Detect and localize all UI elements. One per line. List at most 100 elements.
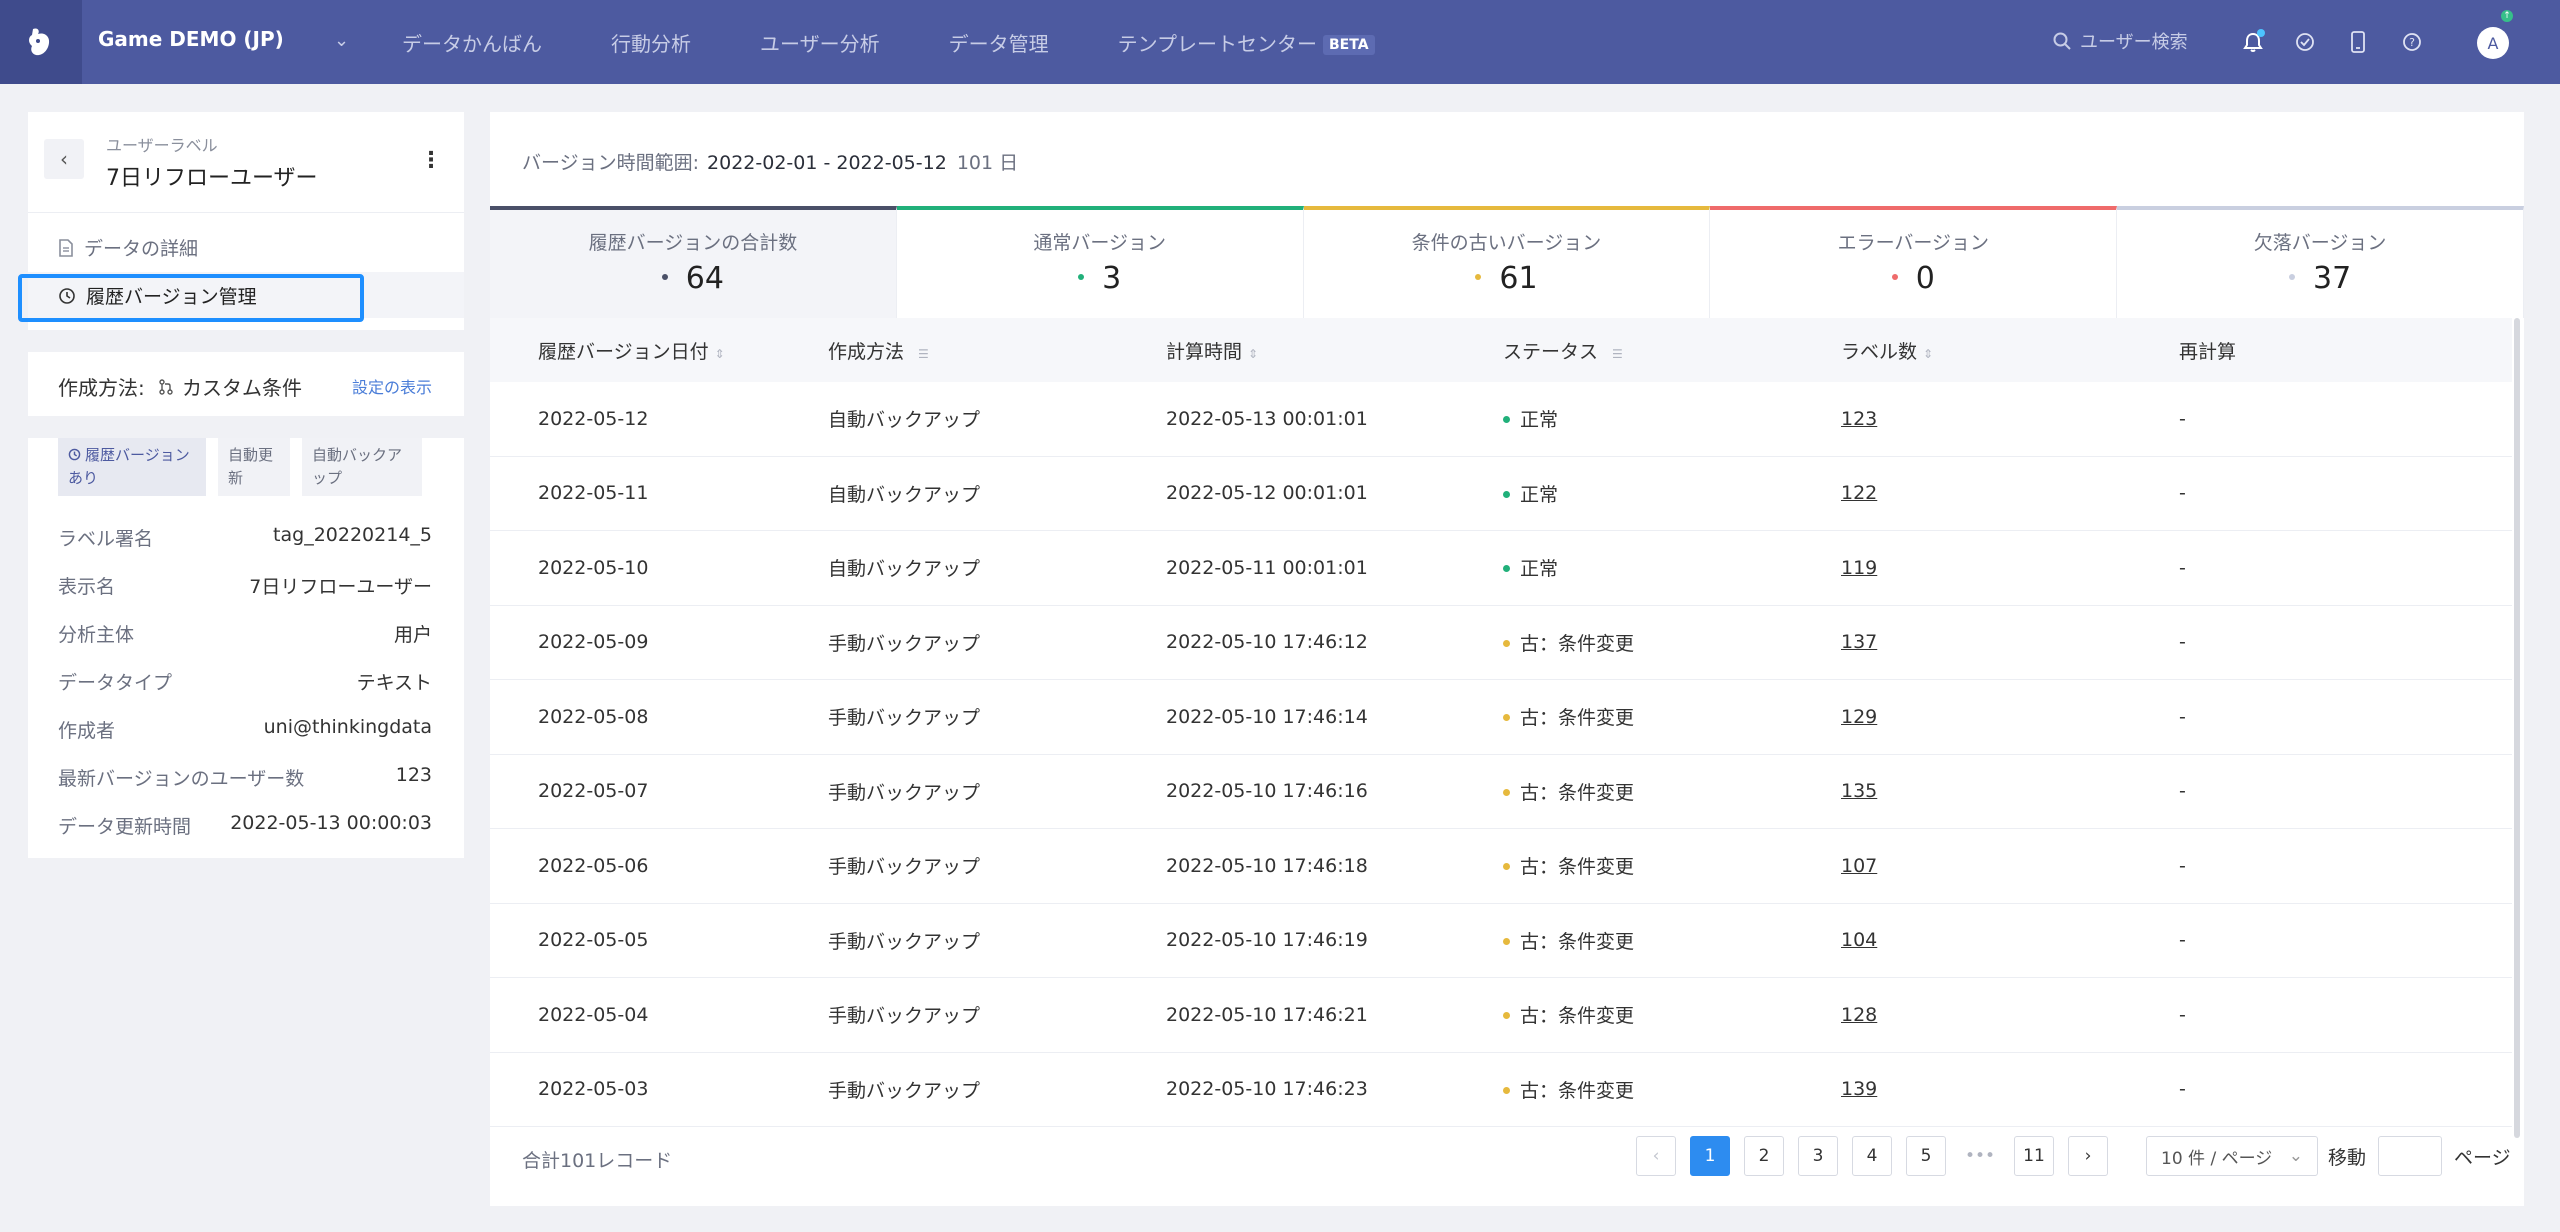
cell-recalc: - (2179, 482, 2186, 505)
info-key: 最新バージョンのユーザー数 (58, 768, 305, 790)
version-table: 履歴バージョン日付 ⇕ 作成方法 ☰ 計算時間 ⇕ ステータス ☰ ラベル数 ⇕ 再計算 … (490, 318, 2512, 1127)
cell-label-count: 107 (1841, 855, 2179, 877)
label-count-link[interactable]: 104 (1841, 929, 1877, 951)
stat-label: 欠落バージョン (2253, 232, 2387, 254)
stat-label: 履歴バージョンの合計数 (588, 232, 798, 254)
stat-value: 3 (1102, 261, 1122, 296)
table-header: 履歴バージョン日付 ⇕ 作成方法 ☰ 計算時間 ⇕ ステータス ☰ ラベル数 ⇕ 再計算 (490, 318, 2512, 382)
col-header-label-count[interactable]: ラベル数 ⇕ (1841, 337, 2179, 364)
prev-page-button[interactable]: ‹ (1636, 1136, 1676, 1176)
more-options-icon[interactable]: ⋮ (420, 148, 442, 173)
cell-calc-time: 2022-05-12 00:01:01 (1166, 482, 1368, 505)
sort-icon[interactable]: ⇕ (1923, 347, 1933, 361)
sort-icon[interactable]: ⇕ (1248, 347, 1258, 361)
page-size-select[interactable]: 10 件 / ページ ⌄ (2146, 1136, 2318, 1176)
logo-icon[interactable] (0, 0, 82, 84)
cell-status: 古：条件変更 (1503, 629, 1841, 656)
task-check-icon[interactable] (2290, 27, 2320, 57)
col-header-status[interactable]: ステータス ☰ (1503, 337, 1841, 364)
mobile-icon[interactable] (2343, 27, 2373, 57)
nav-item-user-analysis[interactable]: ユーザー分析 (760, 28, 880, 57)
label-count-link[interactable]: 122 (1841, 482, 1877, 504)
stat-value-wrap: 3 (897, 261, 1303, 296)
cell-date: 2022-05-10 (538, 556, 649, 579)
user-avatar[interactable]: A (2477, 27, 2509, 59)
cell-status: 正常 (1503, 405, 1841, 432)
view-settings-link[interactable]: 設定の表示 (352, 374, 432, 398)
table-row: 2022-05-07 手動バックアップ 2022-05-10 17:46:16 古：条… (490, 755, 2512, 829)
nav-item-template-center[interactable]: テンプレートセンター BETA (1118, 28, 1375, 57)
cell-label-count: 104 (1841, 929, 2179, 951)
help-icon[interactable]: ? (2397, 27, 2427, 57)
table-scrollbar[interactable] (2514, 318, 2520, 1138)
filter-icon[interactable]: ☰ (1612, 347, 1623, 361)
page-button-11[interactable]: 11 (2014, 1136, 2054, 1176)
page-button-2[interactable]: 2 (1744, 1136, 1784, 1176)
col-header-label: ラベル数 (1841, 340, 1918, 363)
jump-page-input[interactable] (2378, 1136, 2443, 1176)
chevron-left-icon: ‹ (1652, 1146, 1660, 1166)
table-row: 2022-05-06 手動バックアップ 2022-05-10 17:46:18 古：条… (490, 829, 2512, 904)
label-count-link[interactable]: 139 (1841, 1078, 1877, 1100)
info-key: データ更新時間 (58, 816, 192, 838)
sort-icon[interactable]: ⇕ (715, 347, 725, 361)
stat-card[interactable]: エラーバージョン 0 (1710, 206, 2118, 318)
label-count-link[interactable]: 123 (1841, 408, 1877, 430)
nav-item-dashboard[interactable]: データかんばん (402, 28, 542, 57)
selection-highlight (18, 274, 364, 322)
col-header-date[interactable]: 履歴バージョン日付 ⇕ (490, 337, 828, 364)
user-search[interactable]: ユーザー検索 (2052, 28, 2188, 54)
search-placeholder: ユーザー検索 (2080, 32, 2188, 53)
back-button[interactable]: ‹ (44, 139, 84, 179)
page-button-4[interactable]: 4 (1852, 1136, 1892, 1176)
label-count-link[interactable]: 129 (1841, 706, 1877, 728)
page-button-5[interactable]: 5 (1906, 1136, 1946, 1176)
cell-date: 2022-05-11 (538, 482, 649, 505)
cell-method: 手動バックアップ (828, 632, 981, 655)
info-row: 作成者 uni@thinkingdata (58, 716, 432, 743)
stat-value-wrap: 0 (1710, 261, 2116, 296)
stat-card[interactable]: 通常バージョン 3 (896, 206, 1304, 318)
stat-card[interactable]: 履歴バージョンの合計数 64 (490, 206, 897, 318)
cell-date: 2022-05-05 (538, 929, 649, 952)
page-button-3[interactable]: 3 (1798, 1136, 1838, 1176)
label-count-link[interactable]: 135 (1841, 780, 1877, 802)
bell-icon[interactable] (2238, 27, 2268, 57)
document-icon (59, 238, 73, 257)
status-text: 古：条件変更 (1520, 1005, 1635, 1028)
cell-method: 手動バックアップ (828, 707, 981, 730)
cell-label-count: 137 (1841, 631, 2179, 653)
sidebar-item-label: データの詳細 (84, 238, 199, 260)
stat-label: 条件の古いバージョン (1411, 232, 1602, 254)
project-name[interactable]: Game DEMO (JP) (98, 27, 284, 51)
page-label: ページ (2454, 1146, 2511, 1169)
version-range: バージョン時間範囲: 2022-02-01 - 2022-05-12 101 日 (522, 148, 1018, 175)
label-count-link[interactable]: 128 (1841, 1004, 1877, 1026)
page-button-1[interactable]: 1 (1690, 1136, 1730, 1176)
page-ellipsis[interactable]: ••• (1960, 1136, 2000, 1176)
col-header-calc-time[interactable]: 計算時間 ⇕ (1166, 337, 1503, 364)
sidebar-item-data-details[interactable]: データの詳細 (58, 234, 198, 261)
nav-item-data-management[interactable]: データ管理 (949, 28, 1049, 57)
cell-method: 手動バックアップ (828, 781, 981, 804)
nav-item-behavior-analysis[interactable]: 行動分析 (611, 28, 691, 57)
label-count-link[interactable]: 137 (1841, 631, 1877, 653)
stat-card[interactable]: 欠落バージョン 37 (2117, 206, 2524, 318)
filter-icon[interactable]: ☰ (918, 347, 929, 361)
col-header-method[interactable]: 作成方法 ☰ (828, 337, 1166, 364)
cell-status: 古：条件変更 (1503, 852, 1841, 879)
cell-label-count: 119 (1841, 557, 2179, 579)
label-count-link[interactable]: 119 (1841, 557, 1877, 579)
info-row: ラベル署名 tag_20220214_5 (58, 524, 432, 551)
info-key: ラベル署名 (58, 528, 154, 550)
stat-card[interactable]: 条件の古いバージョン 61 (1303, 206, 1711, 318)
table-row: 2022-05-08 手動バックアップ 2022-05-10 17:46:14 古：条… (490, 680, 2512, 755)
version-history-panel: バージョン時間範囲: 2022-02-01 - 2022-05-12 101 日 履… (490, 112, 2524, 1206)
col-header-label: 作成方法 (828, 340, 905, 363)
project-dropdown-icon[interactable]: ⌄ (334, 30, 349, 51)
status-dot (1503, 1012, 1510, 1020)
chevron-down-icon: ⌄ (2288, 1146, 2303, 1166)
chevron-right-icon: › (2084, 1146, 2092, 1166)
label-count-link[interactable]: 107 (1841, 855, 1877, 877)
next-page-button[interactable]: › (2068, 1136, 2108, 1176)
